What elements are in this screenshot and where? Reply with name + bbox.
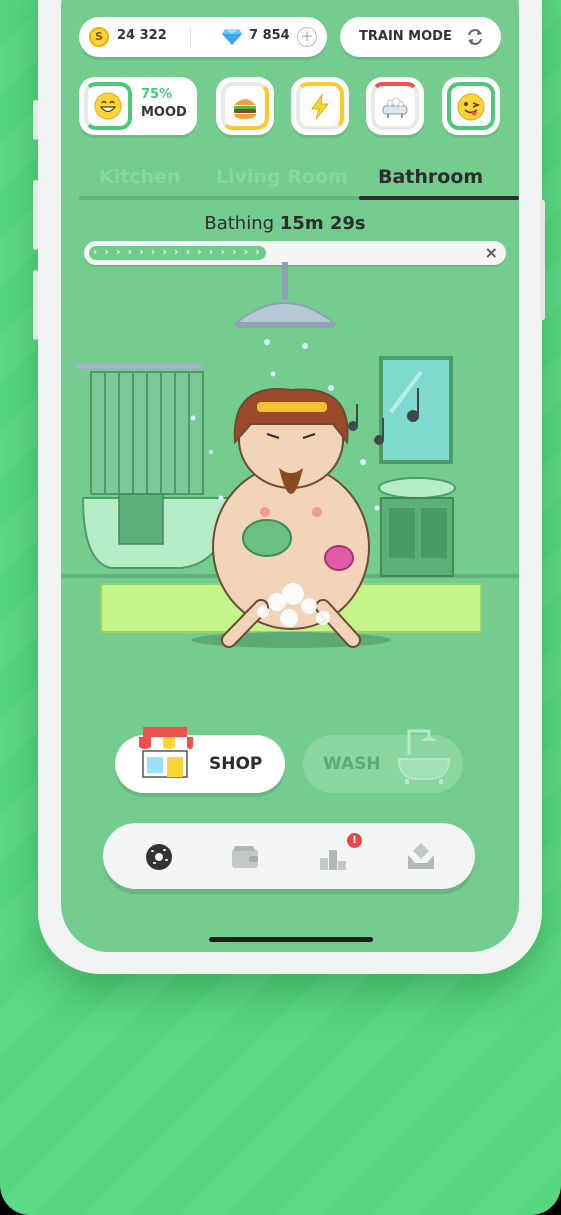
room-tabs: Kitchen Living Room Bathroom (79, 160, 519, 202)
divider (190, 27, 191, 47)
mood-percent: 75% (141, 87, 173, 102)
activity-label: Bathing (204, 213, 280, 234)
energy-stat[interactable] (291, 77, 349, 135)
coins-value: 24 322 (117, 28, 167, 43)
progress-fill: › › › › › › › › › › › › › › › (89, 246, 266, 260)
fun-stat[interactable] (442, 77, 500, 135)
bathroom-scene (61, 262, 519, 648)
trophy-hands-icon[interactable] (405, 841, 437, 873)
hygiene-stat[interactable] (366, 77, 424, 135)
tab-kitchen[interactable]: Kitchen (99, 166, 181, 188)
gems-value: 7 854 (249, 28, 290, 43)
coin-icon: S (89, 27, 109, 47)
currency-bar: S 24 322 7 854 + (79, 17, 327, 57)
train-mode-button[interactable]: TRAIN MODE (340, 17, 501, 57)
activity-time: 15m 29s (279, 213, 366, 234)
mood-label: MOOD (141, 105, 187, 120)
shower-curtain (75, 364, 204, 495)
wink-face-icon (457, 93, 485, 121)
happy-face-icon (94, 92, 122, 120)
leaderboard-alert-badge: ! (347, 833, 362, 848)
lightning-icon (311, 93, 330, 120)
refresh-icon (468, 29, 482, 45)
tab-active-indicator (359, 196, 519, 200)
shop-icon (139, 727, 193, 778)
wash-label: WASH (323, 754, 381, 774)
activity-status: Bathing 15m 29s (61, 213, 509, 234)
donut-icon[interactable] (143, 841, 175, 873)
bottom-nav: ! (103, 823, 475, 889)
sink-cabinet (378, 477, 456, 577)
shower-head-icon (232, 262, 338, 328)
side-button (33, 100, 38, 140)
bathtub (81, 493, 231, 569)
train-mode-label: TRAIN MODE (359, 29, 452, 44)
side-button (540, 200, 545, 320)
bathtub-icon (382, 97, 408, 118)
gem-icon (222, 29, 242, 45)
wash-button[interactable]: WASH (303, 729, 463, 793)
burger-icon (234, 99, 256, 119)
add-currency-button[interactable]: + (297, 27, 317, 47)
side-button (33, 270, 38, 340)
mood-card[interactable]: 75% MOOD (79, 77, 197, 135)
side-button (33, 180, 38, 250)
shower-bath-icon (397, 729, 451, 784)
mirror (379, 356, 453, 464)
hunger-stat[interactable] (216, 77, 274, 135)
cancel-activity-button[interactable]: × (485, 243, 498, 262)
home-indicator (209, 937, 373, 942)
tab-living-room[interactable]: Living Room (216, 166, 348, 188)
shop-button[interactable]: SHOP (115, 727, 285, 793)
wallet-icon[interactable] (229, 841, 261, 873)
leaderboard-icon[interactable] (317, 841, 349, 873)
tab-bathroom[interactable]: Bathroom (378, 166, 483, 188)
app-screen: S 24 322 7 854 + TRAIN MODE 75% MOOD Kit… (61, 0, 519, 952)
shop-label: SHOP (209, 754, 263, 774)
